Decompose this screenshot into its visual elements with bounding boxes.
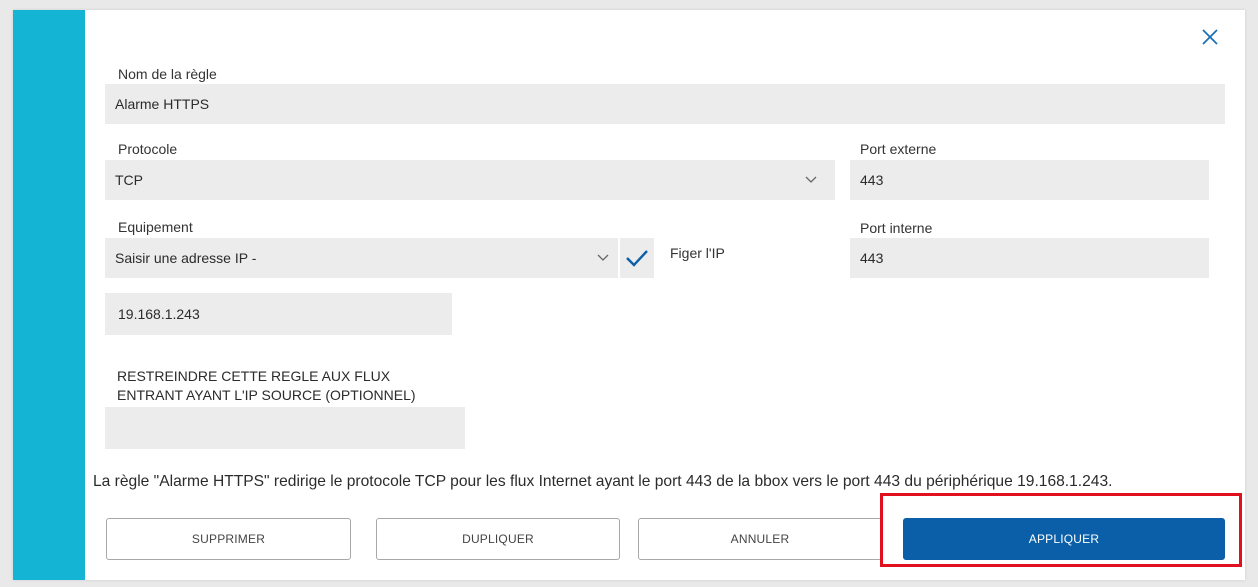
chevron-down-icon: [597, 254, 609, 261]
apply-highlight-box: [880, 493, 1242, 567]
restrict-source-ip-input[interactable]: [105, 407, 465, 449]
rule-name-input[interactable]: Alarme HTTPS: [105, 84, 1225, 124]
rule-summary-text: La règle "Alarme HTTPS" redirige le prot…: [93, 473, 1113, 490]
rule-name-value: Alarme HTTPS: [115, 96, 210, 112]
ip-address-value: 19.168.1.243: [118, 306, 200, 322]
restrict-label-line2: ENTRANT AYANT L'IP SOURCE (OPTIONNEL): [117, 387, 416, 403]
internal-port-label: Port interne: [860, 220, 933, 236]
fix-ip-checkbox[interactable]: [620, 238, 654, 278]
duplicate-button[interactable]: DUPLIQUER: [376, 518, 620, 560]
protocol-select[interactable]: TCP: [105, 160, 835, 200]
equipment-value: Saisir une adresse IP -: [115, 250, 257, 266]
external-port-value: 443: [860, 172, 884, 188]
internal-port-input[interactable]: 443: [850, 238, 1209, 278]
external-port-input[interactable]: 443: [850, 160, 1209, 200]
protocol-label: Protocole: [118, 141, 178, 157]
chevron-down-icon: [805, 176, 817, 183]
restrict-label-line1: RESTREINDRE CETTE REGLE AUX FLUX: [117, 368, 391, 384]
checkmark-icon: [626, 250, 648, 267]
delete-button[interactable]: SUPPRIMER: [106, 518, 351, 560]
equipment-select[interactable]: Saisir une adresse IP -: [105, 238, 618, 278]
fix-ip-label: Figer l'IP: [670, 245, 725, 261]
restrict-source-label: RESTREINDRE CETTE REGLE AUX FLUX ENTRANT…: [117, 367, 416, 405]
accent-bar: [13, 10, 85, 580]
rule-name-label: Nom de la règle: [118, 66, 217, 82]
equipment-label: Equipement: [118, 219, 193, 235]
external-port-label: Port externe: [860, 141, 937, 157]
internal-port-value: 443: [860, 250, 884, 266]
protocol-value: TCP: [115, 172, 143, 188]
close-icon[interactable]: [1199, 26, 1221, 48]
cancel-button[interactable]: ANNULER: [638, 518, 882, 560]
ip-address-input[interactable]: 19.168.1.243: [105, 293, 452, 335]
